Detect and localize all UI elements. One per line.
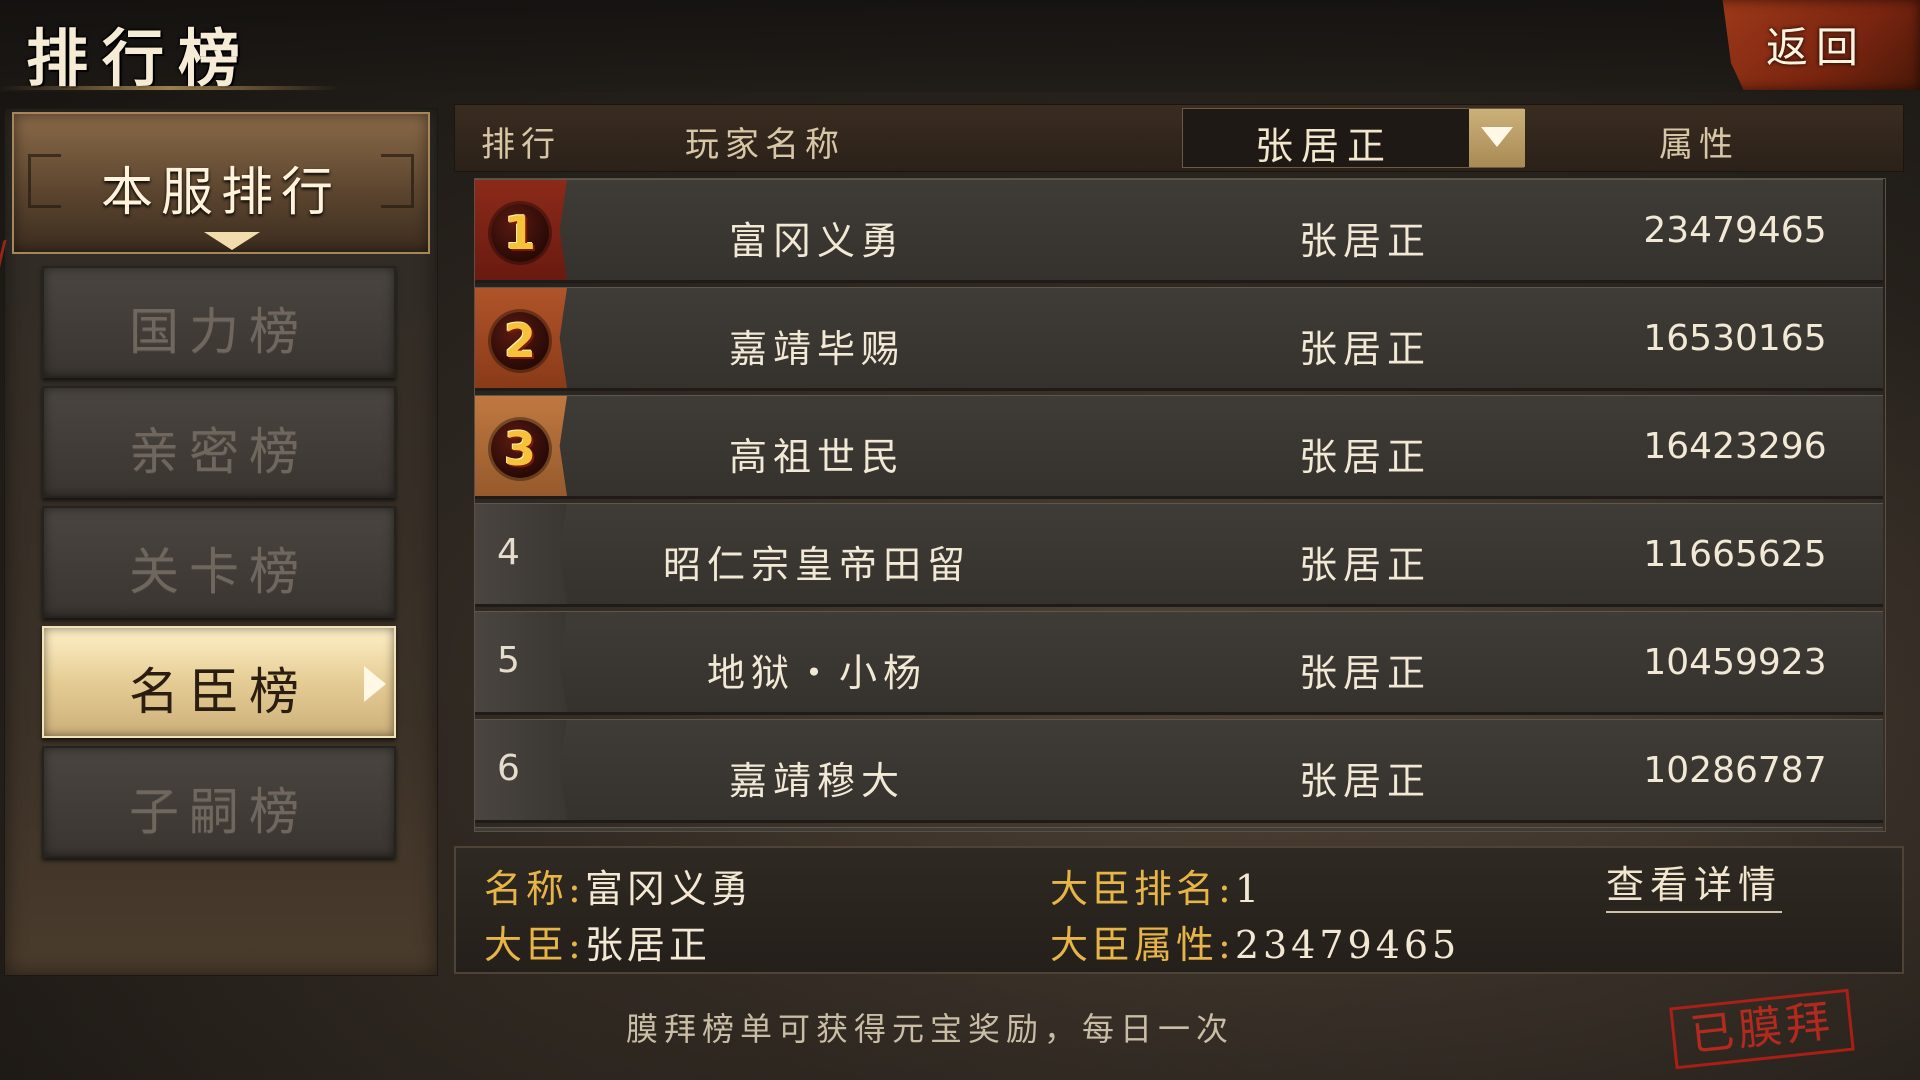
detail-name: 名称:富冈义勇 <box>484 858 753 913</box>
sidebar-item-label: 亲密榜 <box>129 423 309 481</box>
server-ranking-label: 本服排行 <box>100 163 341 223</box>
sidebar-item-stage[interactable]: 关卡榜 <box>42 506 396 618</box>
attribute-value: 16423296 <box>1643 426 1827 467</box>
minister-filter-select[interactable]: 张居正 <box>1182 108 1525 168</box>
header-divider <box>0 86 340 90</box>
rank-number: 2 <box>503 314 536 368</box>
detail-attr-key: 大臣属性: <box>1050 923 1235 967</box>
detail-attr: 大臣属性:23479465 <box>1050 914 1460 969</box>
player-name: 富冈义勇 <box>728 219 905 263</box>
table-row[interactable]: 3 高祖世民 张居正 16423296 <box>475 395 1883 499</box>
table-row[interactable]: 5 地狱・小杨 张居正 10459923 <box>475 611 1883 715</box>
caret-down-icon <box>204 232 260 250</box>
detail-minister: 大臣:张居正 <box>484 914 711 969</box>
chevron-right-icon <box>364 666 386 702</box>
view-details-link[interactable]: 查看详情 <box>1606 854 1783 913</box>
player-name: 嘉靖毕赐 <box>728 327 905 371</box>
table-row[interactable]: 1 富冈义勇 张居正 23479465 <box>475 179 1883 283</box>
ranking-list[interactable]: 1 富冈义勇 张居正 23479465 2 嘉靖毕赐 张居正 16530165 … <box>474 178 1886 832</box>
attribute-value: 10459923 <box>1643 642 1827 683</box>
detail-rank-key: 大臣排名: <box>1050 867 1235 911</box>
rank-banner <box>475 504 567 604</box>
detail-minister-value: 张居正 <box>584 923 711 967</box>
minister-name: 张居正 <box>1298 219 1431 263</box>
rank-medal-icon: 3 <box>491 420 549 478</box>
player-name: 昭仁宗皇帝田留 <box>662 543 971 587</box>
attribute-value: 16530165 <box>1643 318 1827 359</box>
table-row[interactable] <box>475 827 1883 831</box>
minister-name: 张居正 <box>1298 435 1431 479</box>
player-name: 嘉靖穆大 <box>728 759 905 803</box>
sidebar-item-heirs[interactable]: 子嗣榜 <box>42 746 396 858</box>
page-title: 排行榜 <box>26 22 255 95</box>
minister-name: 张居正 <box>1298 327 1431 371</box>
column-header-rank: 排行 <box>481 125 561 165</box>
minister-name: 张居正 <box>1298 651 1431 695</box>
sidebar-item-label: 名臣榜 <box>129 663 309 721</box>
rank-number: 5 <box>497 640 520 681</box>
column-header-attr: 属性 <box>1659 125 1739 165</box>
detail-rank-value: 1 <box>1234 867 1263 911</box>
sidebar-item-label: 子嗣榜 <box>129 783 309 841</box>
rank-medal-icon: 2 <box>491 312 549 370</box>
rank-banner <box>475 720 567 820</box>
player-name: 地狱・小杨 <box>706 651 927 695</box>
sidebar-item-intimacy[interactable]: 亲密榜 <box>42 386 396 498</box>
top-bar: 排行榜 返回 <box>0 0 1920 95</box>
rank-banner <box>475 612 567 712</box>
table-row[interactable]: 6 嘉靖穆大 张居正 10286787 <box>475 719 1883 823</box>
column-header-player: 玩家名称 <box>685 125 845 165</box>
sidebar-item-power[interactable]: 国力榜 <box>42 266 396 378</box>
sidebar-item-label: 关卡榜 <box>129 543 309 601</box>
server-ranking-tab[interactable]: 本服排行 <box>12 112 430 254</box>
table-header: 排行 玩家名称 属性 <box>454 104 1904 172</box>
sidebar-item-label: 国力榜 <box>129 303 309 361</box>
back-button[interactable]: 返回 <box>1722 0 1920 90</box>
detail-name-key: 名称: <box>484 867 585 911</box>
detail-name-value: 富冈义勇 <box>584 867 753 911</box>
rank-number: 1 <box>503 206 536 260</box>
detail-rank: 大臣排名:1 <box>1050 858 1263 913</box>
detail-minister-key: 大臣: <box>484 923 585 967</box>
sidebar-item-ministers[interactable]: 名臣榜 <box>42 626 396 738</box>
attribute-value: 10286787 <box>1643 750 1827 791</box>
minister-name: 张居正 <box>1298 759 1431 803</box>
attribute-value: 23479465 <box>1643 210 1827 251</box>
detail-attr-value: 23479465 <box>1234 923 1461 967</box>
chevron-down-icon <box>1481 127 1513 147</box>
filter-selected-value: 张居正 <box>1255 124 1394 168</box>
dropdown-button[interactable] <box>1469 109 1525 167</box>
player-name: 高祖世民 <box>728 435 905 479</box>
minister-name: 张居正 <box>1298 543 1431 587</box>
table-row[interactable]: 4 昭仁宗皇帝田留 张居正 11665625 <box>475 503 1883 607</box>
attribute-value: 11665625 <box>1643 534 1827 575</box>
rank-number: 6 <box>497 748 520 789</box>
rank-number: 3 <box>503 422 536 476</box>
back-button-label: 返回 <box>1766 23 1867 72</box>
table-row[interactable]: 2 嘉靖毕赐 张居正 16530165 <box>475 287 1883 391</box>
rank-medal-icon: 1 <box>491 204 549 262</box>
worship-hint: 膜拜榜单可获得元宝奖励，每日一次 <box>626 1010 1235 1048</box>
rank-number: 4 <box>497 532 520 573</box>
